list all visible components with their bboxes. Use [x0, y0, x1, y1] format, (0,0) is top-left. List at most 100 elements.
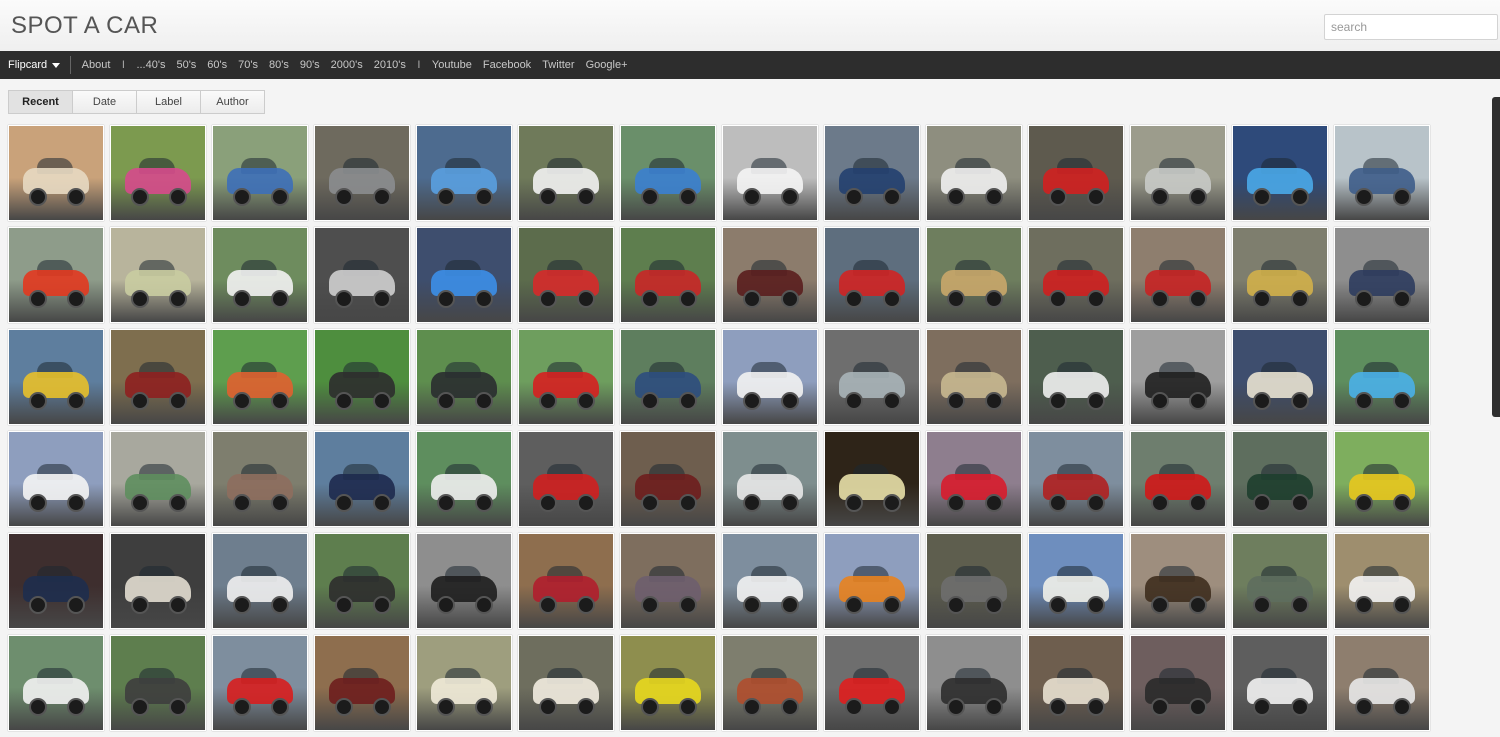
car-photo-tile[interactable] — [518, 329, 614, 425]
car-photo-tile[interactable] — [8, 329, 104, 425]
car-photo-tile[interactable] — [722, 329, 818, 425]
search-input[interactable] — [1324, 14, 1498, 40]
car-photo-tile[interactable] — [1232, 329, 1328, 425]
car-photo-tile[interactable] — [8, 635, 104, 731]
car-photo-tile[interactable] — [722, 125, 818, 221]
car-photo-tile[interactable] — [110, 431, 206, 527]
car-photo-tile[interactable] — [518, 533, 614, 629]
car-photo-tile[interactable] — [824, 533, 920, 629]
car-photo-tile[interactable] — [1334, 227, 1430, 323]
car-photo-tile[interactable] — [1028, 635, 1124, 731]
flipcard-dropdown[interactable]: Flipcard — [0, 56, 72, 74]
nav-item-70s[interactable]: 70's — [233, 59, 264, 71]
car-photo-tile[interactable] — [518, 227, 614, 323]
nav-item-60s[interactable]: 60's — [202, 59, 233, 71]
car-photo-tile[interactable] — [416, 227, 512, 323]
car-photo-tile[interactable] — [416, 635, 512, 731]
car-photo-tile[interactable] — [212, 329, 308, 425]
car-photo-tile[interactable] — [8, 431, 104, 527]
car-photo-tile[interactable] — [8, 533, 104, 629]
car-photo-tile[interactable] — [1334, 329, 1430, 425]
car-photo-tile[interactable] — [110, 635, 206, 731]
car-photo-tile[interactable] — [620, 125, 716, 221]
car-photo-tile[interactable] — [314, 431, 410, 527]
site-title[interactable]: SPOT A CAR — [11, 12, 158, 40]
car-photo-tile[interactable] — [1232, 635, 1328, 731]
car-photo-tile[interactable] — [314, 635, 410, 731]
car-photo-tile[interactable] — [824, 431, 920, 527]
car-photo-tile[interactable] — [1334, 533, 1430, 629]
car-photo-tile[interactable] — [1028, 227, 1124, 323]
side-panel-handle[interactable] — [1492, 97, 1500, 417]
car-photo-tile[interactable] — [1130, 533, 1226, 629]
car-photo-tile[interactable] — [620, 329, 716, 425]
car-photo-tile[interactable] — [926, 329, 1022, 425]
car-photo-tile[interactable] — [1028, 533, 1124, 629]
car-photo-tile[interactable] — [926, 533, 1022, 629]
car-photo-tile[interactable] — [824, 125, 920, 221]
car-photo-tile[interactable] — [212, 431, 308, 527]
car-photo-tile[interactable] — [110, 227, 206, 323]
tab-date[interactable]: Date — [73, 91, 137, 113]
car-photo-tile[interactable] — [110, 125, 206, 221]
car-photo-tile[interactable] — [110, 329, 206, 425]
car-photo-tile[interactable] — [1232, 125, 1328, 221]
car-photo-tile[interactable] — [620, 635, 716, 731]
car-photo-tile[interactable] — [416, 431, 512, 527]
car-photo-tile[interactable] — [620, 431, 716, 527]
car-photo-tile[interactable] — [314, 227, 410, 323]
car-photo-tile[interactable] — [1028, 329, 1124, 425]
nav-item-50s[interactable]: 50's — [171, 59, 202, 71]
car-photo-tile[interactable] — [110, 533, 206, 629]
car-photo-tile[interactable] — [1232, 533, 1328, 629]
car-photo-tile[interactable] — [8, 227, 104, 323]
car-photo-tile[interactable] — [1232, 227, 1328, 323]
nav-item-youtube[interactable]: Youtube — [426, 59, 477, 71]
nav-item-twitter[interactable]: Twitter — [537, 59, 580, 71]
nav-item-facebook[interactable]: Facebook — [477, 59, 536, 71]
car-photo-tile[interactable] — [722, 635, 818, 731]
car-photo-tile[interactable] — [1028, 431, 1124, 527]
car-photo-tile[interactable] — [926, 125, 1022, 221]
car-photo-tile[interactable] — [416, 125, 512, 221]
car-photo-tile[interactable] — [416, 329, 512, 425]
nav-item-40s[interactable]: ...40's — [131, 59, 171, 71]
car-photo-tile[interactable] — [518, 431, 614, 527]
car-photo-tile[interactable] — [416, 533, 512, 629]
nav-item-90s[interactable]: 90's — [294, 59, 325, 71]
car-photo-tile[interactable] — [1130, 431, 1226, 527]
car-photo-tile[interactable] — [1334, 635, 1430, 731]
car-photo-tile[interactable] — [1130, 635, 1226, 731]
car-photo-tile[interactable] — [1334, 125, 1430, 221]
car-photo-tile[interactable] — [1130, 125, 1226, 221]
car-photo-tile[interactable] — [620, 227, 716, 323]
car-photo-tile[interactable] — [1130, 227, 1226, 323]
car-photo-tile[interactable] — [212, 125, 308, 221]
nav-item-2000s[interactable]: 2000's — [325, 59, 368, 71]
nav-item-2010s[interactable]: 2010's — [368, 59, 411, 71]
car-photo-tile[interactable] — [722, 533, 818, 629]
car-photo-tile[interactable] — [518, 635, 614, 731]
car-photo-tile[interactable] — [1028, 125, 1124, 221]
tab-recent[interactable]: Recent — [9, 91, 73, 113]
car-photo-tile[interactable] — [212, 635, 308, 731]
car-photo-tile[interactable] — [824, 635, 920, 731]
car-photo-tile[interactable] — [314, 533, 410, 629]
car-photo-tile[interactable] — [314, 329, 410, 425]
car-photo-tile[interactable] — [722, 227, 818, 323]
tab-author[interactable]: Author — [201, 91, 264, 113]
car-photo-tile[interactable] — [1232, 431, 1328, 527]
car-photo-tile[interactable] — [620, 533, 716, 629]
car-photo-tile[interactable] — [8, 125, 104, 221]
car-photo-tile[interactable] — [212, 227, 308, 323]
nav-item-googleplus[interactable]: Google+ — [580, 59, 633, 71]
car-photo-tile[interactable] — [1130, 329, 1226, 425]
car-photo-tile[interactable] — [824, 227, 920, 323]
nav-item-about[interactable]: About — [76, 59, 116, 71]
car-photo-tile[interactable] — [518, 125, 614, 221]
tab-label[interactable]: Label — [137, 91, 201, 113]
nav-item-80s[interactable]: 80's — [263, 59, 294, 71]
car-photo-tile[interactable] — [212, 533, 308, 629]
car-photo-tile[interactable] — [1334, 431, 1430, 527]
car-photo-tile[interactable] — [926, 635, 1022, 731]
